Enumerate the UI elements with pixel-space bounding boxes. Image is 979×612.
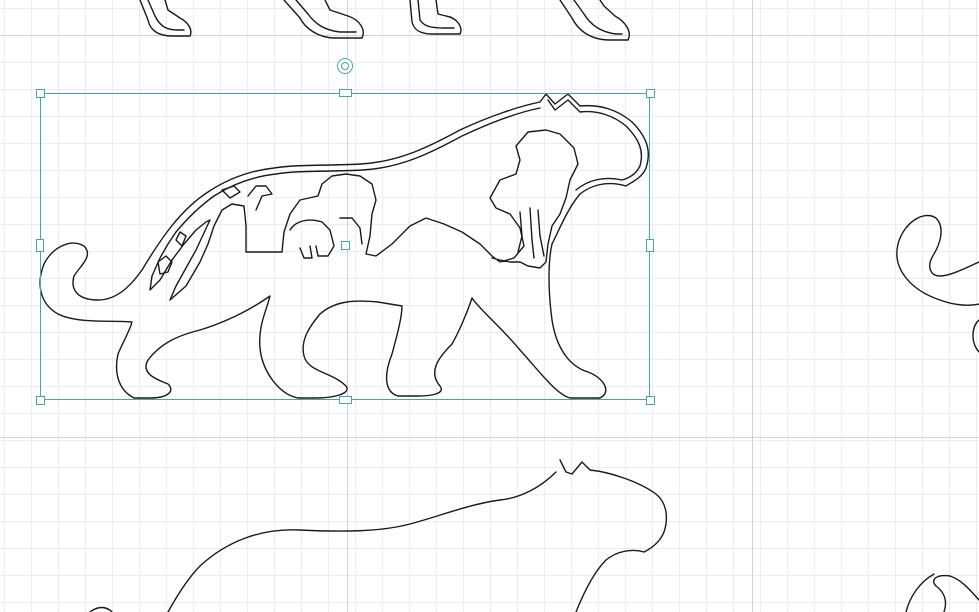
resize-handle-bottom-left[interactable] [36,396,45,405]
rotate-icon[interactable] [337,58,353,74]
resize-handle-bottom-right[interactable] [646,396,655,405]
resize-handle-bottom-center[interactable] [339,396,352,404]
resize-handle-middle-right[interactable] [646,239,654,252]
tail-curl-right[interactable] [896,214,979,612]
design-canvas[interactable] [0,0,979,612]
resize-handle-top-left[interactable] [36,89,45,98]
resize-handle-top-right[interactable] [646,89,655,98]
cheetah-outline-bottom[interactable] [89,459,668,612]
paws-row-top[interactable] [139,0,630,41]
resize-handle-top-center[interactable] [339,89,352,97]
center-point [341,241,350,250]
resize-handle-middle-left[interactable] [36,239,44,252]
